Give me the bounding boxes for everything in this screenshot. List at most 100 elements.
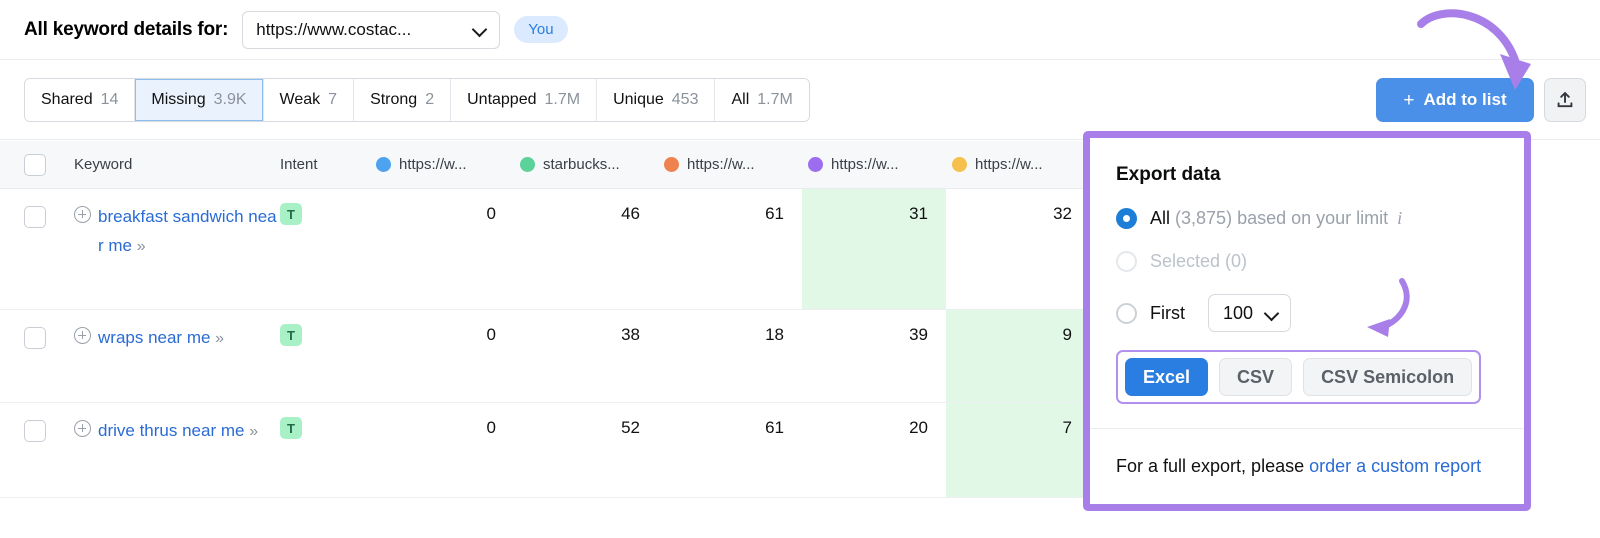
- expand-keyword-icon[interactable]: [74, 327, 91, 344]
- keyword-link[interactable]: breakfast sandwich near me »: [98, 202, 280, 261]
- upload-icon: [1557, 92, 1573, 108]
- keyword-cell: wraps near me »: [70, 310, 280, 402]
- export-option-all[interactable]: All (3,875) based on your limit i: [1116, 208, 1524, 229]
- add-to-list-button[interactable]: + Add to list: [1376, 78, 1534, 122]
- col-header-label: Intent: [280, 155, 318, 173]
- keyword-link[interactable]: drive thrus near me »: [98, 416, 258, 446]
- tab-count: 3.9K: [213, 91, 247, 108]
- tab-label: Untapped: [467, 91, 537, 108]
- col-site-4[interactable]: https://w...: [802, 156, 946, 173]
- site-color-dot-icon: [664, 157, 679, 172]
- tab-count: 1.7M: [544, 91, 581, 108]
- site-color-dot-icon: [808, 157, 823, 172]
- export-button[interactable]: [1544, 78, 1586, 122]
- add-to-list-label: Add to list: [1423, 90, 1507, 109]
- intent-badge: T: [280, 324, 302, 346]
- chevron-down-icon: [1265, 307, 1278, 320]
- row-checkbox[interactable]: [24, 206, 46, 228]
- keywords-table: Keyword Intent https://w... starbucks...…: [0, 141, 1090, 498]
- keyword-cell: breakfast sandwich near me »: [70, 189, 280, 309]
- row-checkbox[interactable]: [24, 327, 46, 349]
- col-header-label: starbucks...: [543, 156, 620, 173]
- intent-badge: T: [280, 203, 302, 225]
- export-panel-title: Export data: [1116, 164, 1221, 185]
- tab-missing[interactable]: Missing 3.9K: [135, 79, 264, 121]
- export-option-first[interactable]: First 100: [1116, 294, 1524, 332]
- metric-cell: 20: [909, 418, 928, 437]
- tab-count: 7: [328, 91, 338, 108]
- row-select-cell: [0, 310, 70, 402]
- select-all-checkbox[interactable]: [24, 153, 46, 176]
- col-site-5[interactable]: https://w...: [946, 156, 1090, 173]
- radio-all[interactable]: [1116, 208, 1137, 229]
- metric-cell: 7: [946, 403, 1090, 497]
- col-site-1[interactable]: https://w...: [370, 156, 514, 173]
- export-footer-text: For a full export, please: [1116, 456, 1310, 476]
- domain-select[interactable]: https://www.costac...: [242, 10, 501, 49]
- table-header-row: Keyword Intent https://w... starbucks...…: [0, 141, 1090, 189]
- keyword-link[interactable]: wraps near me »: [98, 323, 224, 353]
- tab-weak[interactable]: Weak 7: [263, 79, 355, 121]
- tab-shared[interactable]: Shared 14: [25, 79, 136, 121]
- double-chevron-icon[interactable]: »: [249, 423, 258, 440]
- metric-cell: 0: [486, 325, 496, 344]
- site-color-dot-icon: [520, 157, 535, 172]
- double-chevron-icon[interactable]: »: [215, 330, 224, 347]
- metric-cell: 32: [1053, 204, 1072, 223]
- custom-report-link[interactable]: order a custom report: [1309, 456, 1481, 476]
- radio-first[interactable]: [1116, 302, 1137, 324]
- page-title: All keyword details for:: [24, 18, 229, 40]
- col-header-label: Keyword: [74, 155, 133, 173]
- col-site-3[interactable]: https://w...: [658, 156, 802, 173]
- format-excel-button[interactable]: Excel: [1125, 358, 1209, 396]
- tab-strong[interactable]: Strong 2: [354, 79, 452, 121]
- export-option-selected[interactable]: Selected (0): [1116, 251, 1524, 272]
- format-csv-semicolon-button[interactable]: CSV Semicolon: [1303, 358, 1473, 396]
- format-csv-button[interactable]: CSV: [1219, 358, 1293, 396]
- table-row: drive thrus near me » T 0 52 61 20 7: [0, 403, 1090, 498]
- col-header-label: https://w...: [831, 156, 899, 173]
- tab-group: Shared 14 Missing 3.9K Weak 7 Strong 2 U…: [24, 78, 810, 122]
- tabs-toolbar: Shared 14 Missing 3.9K Weak 7 Strong 2 U…: [0, 61, 1600, 140]
- row-select-cell: [0, 403, 70, 497]
- row-checkbox[interactable]: [24, 420, 46, 442]
- table-row: wraps near me » T 0 38 18 39 9: [0, 310, 1090, 403]
- info-icon[interactable]: i: [1397, 208, 1402, 228]
- col-header-label: https://w...: [399, 156, 467, 173]
- metric-cell: 38: [621, 325, 640, 344]
- export-format-group: Excel CSV CSV Semicolon: [1116, 350, 1482, 404]
- metric-cell: 0: [486, 418, 496, 437]
- tab-unique[interactable]: Unique 453: [597, 79, 716, 121]
- col-site-2[interactable]: starbucks...: [514, 156, 658, 173]
- tab-label: Unique: [613, 91, 664, 108]
- tab-untapped[interactable]: Untapped 1.7M: [451, 79, 598, 121]
- metric-cell: 0: [486, 204, 496, 223]
- expand-keyword-icon[interactable]: [74, 420, 91, 437]
- export-footer: For a full export, please order a custom…: [1090, 429, 1524, 482]
- metric-cell: 61: [765, 418, 784, 437]
- radio-selected[interactable]: [1116, 251, 1137, 272]
- expand-keyword-icon[interactable]: [74, 206, 91, 223]
- intent-cell: T: [280, 403, 370, 497]
- first-count-select[interactable]: 100: [1208, 294, 1292, 332]
- metric-cell: 39: [909, 325, 928, 344]
- intent-cell: T: [280, 189, 370, 309]
- col-header-label: https://w...: [975, 156, 1043, 173]
- col-keyword[interactable]: Keyword: [70, 156, 280, 174]
- tab-all[interactable]: All 1.7M: [715, 79, 809, 121]
- metric-cell: 31: [802, 189, 946, 309]
- tab-count: 14: [100, 91, 119, 108]
- row-select-cell: [0, 189, 70, 309]
- export-option-label: First: [1150, 302, 1185, 323]
- tab-count: 1.7M: [757, 91, 793, 108]
- intent-badge: T: [280, 417, 302, 439]
- metric-cell: 18: [765, 325, 784, 344]
- tab-label: Missing: [151, 91, 206, 108]
- double-chevron-icon[interactable]: »: [137, 238, 146, 255]
- first-count-value: 100: [1223, 302, 1254, 323]
- export-option-detail: (3,875) based on your limit: [1175, 208, 1389, 228]
- tab-label: Shared: [41, 91, 93, 108]
- tab-count: 2: [425, 91, 435, 108]
- select-all-cell: [0, 153, 70, 176]
- col-intent[interactable]: Intent: [280, 156, 370, 174]
